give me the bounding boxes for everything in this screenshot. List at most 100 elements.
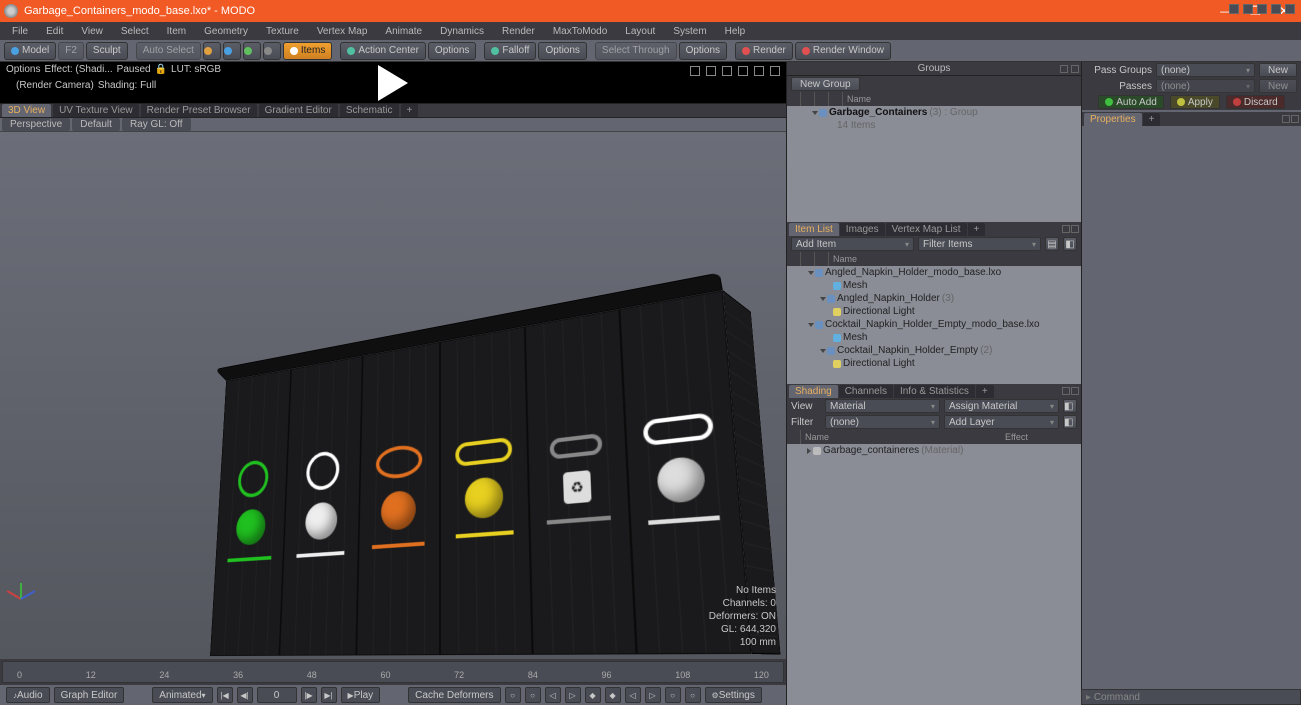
command-input[interactable]: ▸ Command	[1081, 689, 1301, 705]
3d-viewport[interactable]: ♻ No ItemsChannels: 0Deformers: ONGL: 64…	[0, 132, 786, 659]
shading-list[interactable]: Garbage_containeres (Material)	[787, 444, 1081, 705]
render-ctrl-icon[interactable]	[722, 66, 732, 76]
menu-help[interactable]: Help	[717, 24, 754, 39]
tab-shading[interactable]: Shading	[789, 385, 838, 398]
panel-ctrl-icon[interactable]	[1062, 387, 1070, 395]
menu-texture[interactable]: Texture	[258, 24, 307, 39]
menu-animate[interactable]: Animate	[377, 24, 430, 39]
tab-add[interactable]: +	[1143, 113, 1161, 126]
list-opt-button[interactable]: ▤	[1045, 237, 1059, 251]
selthrough-button[interactable]: Select Through	[595, 42, 677, 60]
render-effect[interactable]: Effect: (Shadi...	[44, 64, 112, 75]
items-button[interactable]: Items	[283, 42, 332, 60]
tab-info[interactable]: Info & Statistics	[894, 385, 975, 398]
menu-layout[interactable]: Layout	[617, 24, 663, 39]
panel-ctrl-icon[interactable]	[1282, 115, 1290, 123]
render-ctrl-icon[interactable]	[706, 66, 716, 76]
render-ctrl-icon[interactable]	[770, 66, 780, 76]
filteritems-dropdown[interactable]: Filter Items	[918, 237, 1041, 251]
addlayer-dropdown[interactable]: Add Layer	[944, 415, 1059, 429]
tab-renderbrowser[interactable]: Render Preset Browser	[141, 104, 257, 117]
play-button[interactable]: ▶ Play	[341, 687, 381, 703]
menu-geometry[interactable]: Geometry	[196, 24, 256, 39]
grapheditor-button[interactable]: Graph Editor	[54, 687, 125, 703]
anim-tool-icon[interactable]: ○	[685, 687, 701, 703]
f2-button[interactable]: F2	[58, 42, 84, 60]
render-lut[interactable]: LUT: sRGB	[171, 64, 221, 75]
timeline[interactable]: 01224364860728496108120	[2, 661, 784, 683]
raygl-toggle[interactable]: Ray GL: Off	[122, 118, 191, 131]
settings-button[interactable]: ⚙ Settings	[705, 687, 762, 703]
options2-button[interactable]: Options	[538, 42, 586, 60]
menu-edit[interactable]: Edit	[38, 24, 71, 39]
render-shading[interactable]: Shading: Full	[98, 80, 156, 91]
apply-button[interactable]: Apply	[1170, 95, 1220, 109]
render-options[interactable]: Options	[6, 64, 40, 75]
render-ctrl-icon[interactable]	[738, 66, 748, 76]
tab-3dview[interactable]: 3D View	[2, 104, 51, 117]
assign-dropdown[interactable]: Assign Material	[944, 399, 1059, 413]
tab-gradient[interactable]: Gradient Editor	[259, 104, 338, 117]
render-ctrl-icon[interactable]	[690, 66, 700, 76]
menu-select[interactable]: Select	[113, 24, 157, 39]
render-lock-icon[interactable]: 🔒	[155, 64, 167, 75]
step-fwd-button[interactable]: |▶	[301, 687, 317, 703]
render-button[interactable]: Render	[735, 42, 793, 60]
sel-tool-1[interactable]	[203, 42, 221, 60]
tab-add[interactable]: +	[401, 104, 419, 117]
additem-dropdown[interactable]: Add Item	[791, 237, 914, 251]
menu-system[interactable]: System	[665, 24, 714, 39]
passes-dropdown[interactable]: (none)	[1156, 79, 1255, 93]
autoselect-button[interactable]: Auto Select	[136, 42, 201, 60]
menu-file[interactable]: File	[4, 24, 36, 39]
play-icon[interactable]	[378, 65, 408, 101]
sel-tool-2[interactable]	[223, 42, 241, 60]
vp-ctrl-icon[interactable]	[1285, 4, 1295, 14]
shading-opt-button[interactable]: ◧	[1063, 415, 1077, 429]
panel-ctrl-icon[interactable]	[1071, 225, 1079, 233]
vp-ctrl-icon[interactable]	[1257, 4, 1267, 14]
menu-item[interactable]: Item	[159, 24, 194, 39]
panel-ctrl-icon[interactable]	[1071, 65, 1079, 73]
vp-ctrl-icon[interactable]	[1243, 4, 1253, 14]
anim-tool-icon[interactable]: ◁	[625, 687, 641, 703]
anim-tool-icon[interactable]: ◁	[545, 687, 561, 703]
menu-render[interactable]: Render	[494, 24, 543, 39]
panel-ctrl-icon[interactable]	[1291, 115, 1299, 123]
panel-ctrl-icon[interactable]	[1060, 65, 1068, 73]
list-opt-button[interactable]: ◧	[1063, 237, 1077, 251]
default-dropdown[interactable]: Default	[72, 118, 120, 131]
render-paused[interactable]: Paused	[117, 64, 151, 75]
view-dropdown[interactable]: Material	[825, 399, 940, 413]
passgroups-dropdown[interactable]: (none)	[1156, 63, 1255, 77]
menu-maxtomodo[interactable]: MaxToModo	[545, 24, 615, 39]
groups-list[interactable]: Garbage_Containers (3) : Group 14 Items	[787, 106, 1081, 222]
frame-field[interactable]: 0	[257, 687, 297, 703]
cache-button[interactable]: Cache Deformers	[408, 687, 500, 703]
shading-opt-button[interactable]: ◧	[1063, 399, 1077, 413]
tab-schematic[interactable]: Schematic	[340, 104, 399, 117]
discard-button[interactable]: Discard	[1226, 95, 1285, 109]
new-button[interactable]: New	[1259, 63, 1297, 77]
tab-channels[interactable]: Channels	[839, 385, 893, 398]
anim-tool-icon[interactable]: ○	[665, 687, 681, 703]
filter-dropdown[interactable]: (none)	[825, 415, 940, 429]
itemlist-tree[interactable]: Angled_Napkin_Holder_modo_base.lxoMeshAn…	[787, 266, 1081, 384]
model-button[interactable]: Model	[4, 42, 56, 60]
goto-end-button[interactable]: ▶|	[321, 687, 337, 703]
new-button[interactable]: New	[1259, 79, 1297, 93]
sel-tool-3[interactable]	[243, 42, 261, 60]
anim-tool-icon[interactable]: ▷	[565, 687, 581, 703]
vp-ctrl-icon[interactable]	[1271, 4, 1281, 14]
tab-add[interactable]: +	[968, 223, 986, 236]
perspective-dropdown[interactable]: Perspective	[2, 118, 70, 131]
newgroup-button[interactable]: New Group	[791, 77, 860, 91]
tab-images[interactable]: Images	[840, 223, 885, 236]
animated-dropdown[interactable]: Animated ▾	[152, 687, 212, 703]
options1-button[interactable]: Options	[428, 42, 476, 60]
sel-tool-4[interactable]	[263, 42, 281, 60]
options3-button[interactable]: Options	[679, 42, 727, 60]
panel-ctrl-icon[interactable]	[1062, 225, 1070, 233]
step-back-button[interactable]: ◀|	[237, 687, 253, 703]
anim-tool-icon[interactable]: ○	[525, 687, 541, 703]
